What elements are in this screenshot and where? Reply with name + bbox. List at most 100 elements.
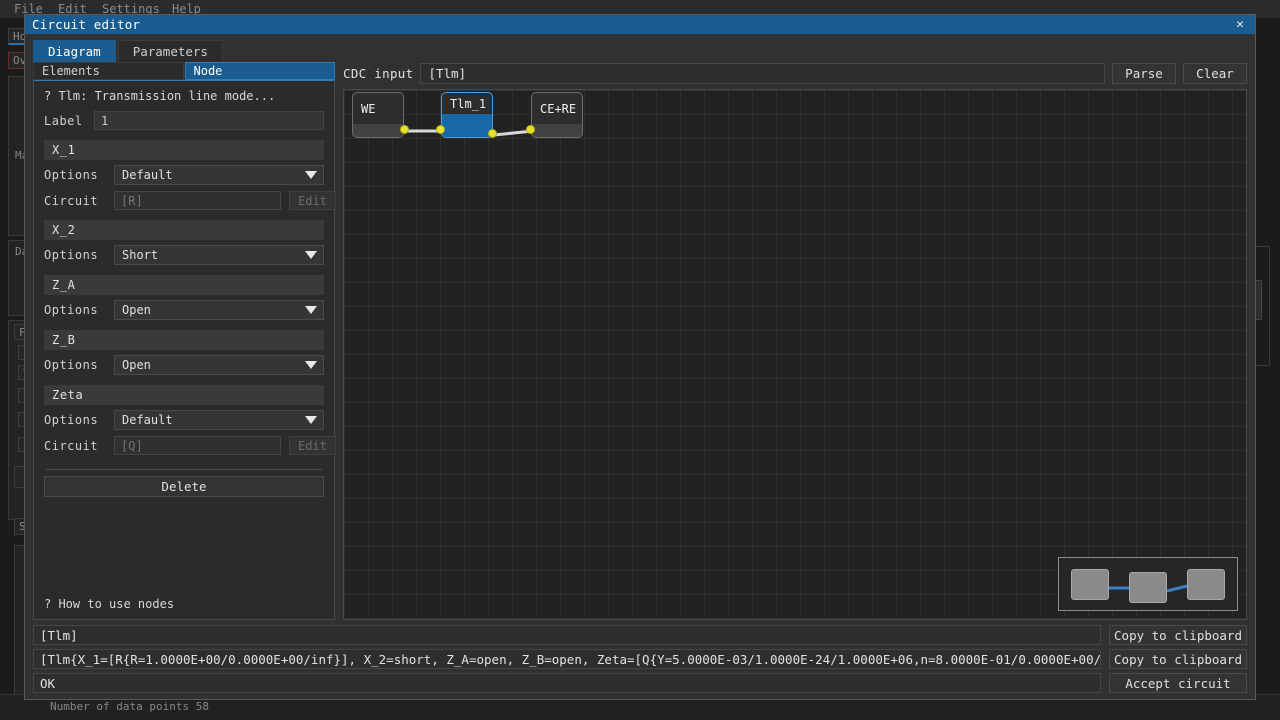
output-cdc-short[interactable]: [Tlm] bbox=[33, 625, 1101, 645]
node-we-port-right[interactable] bbox=[400, 125, 409, 134]
label-input[interactable] bbox=[94, 111, 324, 130]
subtab-elements-label: Elements bbox=[42, 64, 100, 78]
x2-options-label: Options bbox=[44, 248, 99, 262]
x2-options-select[interactable]: Short bbox=[114, 245, 324, 265]
chevron-down-icon bbox=[305, 251, 317, 259]
x1-edit-button[interactable]: Edit bbox=[289, 191, 336, 210]
zeta-options-value: Default bbox=[122, 413, 173, 427]
output-row-full: [Tlm{X_1=[R{R=1.0000E+00/0.0000E+00/inf}… bbox=[33, 649, 1247, 669]
label-field-row: Label bbox=[44, 111, 324, 130]
chevron-down-icon bbox=[305, 416, 317, 424]
node-tlm-1-port-right[interactable] bbox=[488, 129, 497, 138]
zeta-circuit-input[interactable] bbox=[114, 436, 281, 455]
section-header-x1: X_1 bbox=[44, 140, 324, 160]
minimap-wire-2 bbox=[1166, 584, 1188, 593]
delete-button[interactable]: Delete bbox=[44, 476, 324, 497]
zb-options-value: Open bbox=[122, 358, 151, 372]
copy-to-clipboard-button-1[interactable]: Copy to clipboard bbox=[1109, 625, 1247, 645]
node-we[interactable]: WE bbox=[352, 92, 409, 138]
zeta-edit-button[interactable]: Edit bbox=[289, 436, 336, 455]
zeta-edit-button-label: Edit bbox=[298, 438, 327, 453]
cdc-toolbar: CDC input Parse Clear bbox=[343, 62, 1247, 84]
output-cdc-full[interactable]: [Tlm{X_1=[R{R=1.0000E+00/0.0000E+00/inf}… bbox=[33, 649, 1101, 669]
panel-divider bbox=[46, 469, 322, 470]
zb-options-row: Options Open bbox=[44, 355, 324, 375]
node-we-footer bbox=[353, 124, 403, 137]
delete-button-label: Delete bbox=[161, 479, 207, 494]
zeta-circuit-row: Circuit Edit bbox=[44, 436, 336, 455]
output-row-status: OK Accept circuit bbox=[33, 673, 1247, 693]
node-ce-re[interactable]: CE+RE bbox=[526, 92, 583, 138]
x1-options-row: Options Default bbox=[44, 165, 324, 185]
diagram-canvas[interactable]: WE Tlm_1 CE+RE bbox=[343, 89, 1247, 620]
background-status-text: Number of data points 58 bbox=[50, 700, 209, 713]
za-options-label: Options bbox=[44, 303, 99, 317]
output-row-short: [Tlm] Copy to clipboard bbox=[33, 625, 1247, 645]
x2-options-row: Options Short bbox=[44, 245, 324, 265]
copy-to-clipboard-button-1-label: Copy to clipboard bbox=[1114, 627, 1242, 643]
x1-options-label: Options bbox=[44, 168, 99, 182]
accept-circuit-button-label: Accept circuit bbox=[1125, 675, 1231, 691]
zeta-options-label: Options bbox=[44, 413, 99, 427]
cdc-input-field[interactable] bbox=[420, 62, 1105, 84]
output-section: [Tlm] Copy to clipboard [Tlm{X_1=[R{R=1.… bbox=[25, 620, 1255, 699]
clear-button[interactable]: Clear bbox=[1183, 62, 1247, 84]
copy-to-clipboard-button-2[interactable]: Copy to clipboard bbox=[1109, 649, 1247, 669]
subtab-elements[interactable]: Elements bbox=[33, 62, 184, 80]
za-options-select[interactable]: Open bbox=[114, 300, 324, 320]
label-field-label: Label bbox=[44, 113, 83, 128]
x1-circuit-input[interactable] bbox=[114, 191, 281, 210]
left-subtab-bar: Elements Node bbox=[33, 62, 335, 80]
accept-circuit-button[interactable]: Accept circuit bbox=[1109, 673, 1247, 693]
left-column: Elements Node ? Tlm: Transmission line m… bbox=[33, 62, 336, 620]
screen: File Edit Settings Help Ho Ov Ma Da F E … bbox=[0, 0, 1280, 720]
x1-circuit-label: Circuit bbox=[44, 193, 99, 208]
close-icon[interactable]: ✕ bbox=[1229, 16, 1251, 33]
x1-options-value: Default bbox=[122, 168, 173, 182]
subtab-node[interactable]: Node bbox=[184, 62, 335, 80]
parse-button-label: Parse bbox=[1125, 65, 1163, 81]
zb-options-label: Options bbox=[44, 358, 99, 372]
zeta-options-row: Options Default bbox=[44, 410, 324, 430]
dialog-tab-bar: Diagram Parameters bbox=[25, 34, 1255, 62]
section-header-zb: Z_B bbox=[44, 330, 324, 350]
node-properties-panel: ? Tlm: Transmission line mode... Label X… bbox=[33, 80, 336, 620]
output-status: OK bbox=[33, 673, 1101, 693]
zeta-options-select[interactable]: Default bbox=[114, 410, 324, 430]
dialog-title: Circuit editor bbox=[32, 17, 141, 32]
node-we-label: WE bbox=[361, 101, 376, 116]
x1-edit-button-label: Edit bbox=[298, 193, 327, 208]
x2-options-value: Short bbox=[122, 248, 159, 262]
node-ce-re-port-left[interactable] bbox=[526, 125, 535, 134]
section-header-x2: X_2 bbox=[44, 220, 324, 240]
node-help-link[interactable]: ? Tlm: Transmission line mode... bbox=[44, 89, 324, 103]
parse-button[interactable]: Parse bbox=[1112, 62, 1176, 84]
node-tlm-1-label: Tlm_1 bbox=[450, 96, 487, 111]
zb-options-select[interactable]: Open bbox=[114, 355, 324, 375]
chevron-down-icon bbox=[305, 306, 317, 314]
x1-options-select[interactable]: Default bbox=[114, 165, 324, 185]
zeta-circuit-label: Circuit bbox=[44, 438, 99, 453]
copy-to-clipboard-button-2-label: Copy to clipboard bbox=[1114, 651, 1242, 667]
chevron-down-icon bbox=[305, 171, 317, 179]
circuit-editor-dialog: Circuit editor ✕ Diagram Parameters Elem… bbox=[24, 14, 1256, 700]
dialog-title-bar: Circuit editor ✕ bbox=[25, 15, 1255, 34]
za-options-row: Options Open bbox=[44, 300, 324, 320]
node-tlm-1[interactable]: Tlm_1 bbox=[436, 92, 497, 138]
za-options-value: Open bbox=[122, 303, 151, 317]
minimap-node-2 bbox=[1187, 569, 1225, 600]
node-tlm-1-footer bbox=[442, 114, 492, 137]
clear-button-label: Clear bbox=[1196, 65, 1234, 81]
cdc-input-label: CDC input bbox=[343, 65, 414, 81]
section-header-za: Z_A bbox=[44, 275, 324, 295]
how-to-use-nodes-link[interactable]: ? How to use nodes bbox=[44, 593, 324, 611]
node-tlm-1-port-left[interactable] bbox=[436, 125, 445, 134]
node-ce-re-label: CE+RE bbox=[540, 101, 577, 116]
right-column: CDC input Parse Clear bbox=[343, 62, 1247, 620]
panel-spacer bbox=[44, 497, 324, 593]
subtab-node-label: Node bbox=[193, 64, 223, 78]
canvas-minimap[interactable] bbox=[1058, 557, 1238, 611]
minimap-node-0 bbox=[1071, 569, 1109, 600]
x1-circuit-row: Circuit Edit bbox=[44, 191, 336, 210]
chevron-down-icon bbox=[305, 361, 317, 369]
